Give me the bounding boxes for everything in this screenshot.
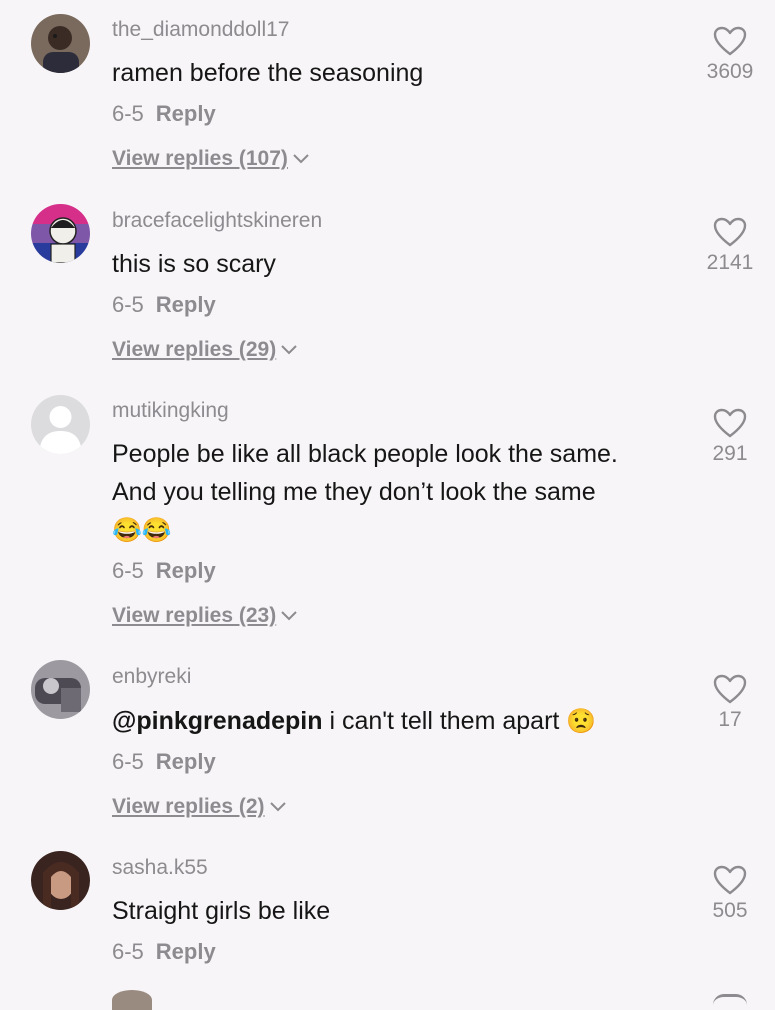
like-count: 505 bbox=[712, 899, 748, 922]
like-count: 2141 bbox=[706, 251, 754, 274]
view-replies-button[interactable]: View replies (2) bbox=[112, 795, 287, 819]
reply-button[interactable]: Reply bbox=[156, 749, 216, 774]
comment-username[interactable]: sasha.k55 bbox=[112, 856, 208, 880]
chevron-down-icon bbox=[280, 338, 298, 362]
chevron-down-icon bbox=[292, 147, 310, 171]
comment-text: ramen before the seasoning bbox=[112, 59, 424, 87]
view-replies-button[interactable]: View replies (23) bbox=[112, 604, 298, 628]
view-replies-button[interactable]: View replies (29) bbox=[112, 338, 298, 362]
like-count: 3609 bbox=[706, 60, 754, 83]
view-replies-label: View replies (29) bbox=[112, 338, 277, 361]
like-count: 291 bbox=[712, 442, 748, 465]
user-avatar[interactable] bbox=[31, 204, 90, 263]
next-comment-avatar[interactable] bbox=[112, 990, 152, 1010]
heart-outline-icon bbox=[713, 217, 747, 247]
like-button[interactable]: 291 bbox=[695, 408, 765, 466]
heart-outline-icon bbox=[713, 26, 747, 56]
view-replies-label: View replies (23) bbox=[112, 604, 277, 627]
chevron-down-icon bbox=[269, 795, 287, 819]
comment-text: this is so scary bbox=[112, 250, 276, 278]
heart-outline-icon bbox=[713, 865, 747, 895]
comment-username[interactable]: mutikingking bbox=[112, 399, 229, 423]
comment-date: 6-5 bbox=[112, 558, 144, 583]
reply-button[interactable]: Reply bbox=[156, 558, 216, 583]
comment-text: Straight girls be like bbox=[112, 897, 331, 925]
worried-face-emoji: 😟 bbox=[566, 708, 597, 736]
comment-text: People be like all black people look the… bbox=[112, 435, 682, 550]
comment-meta: 6-5 Reply bbox=[112, 939, 216, 965]
like-button[interactable]: 3609 bbox=[695, 26, 765, 84]
like-count: 17 bbox=[718, 708, 742, 731]
comment-username[interactable]: enbyreki bbox=[112, 665, 191, 689]
comment-meta: 6-5 Reply bbox=[112, 558, 216, 584]
comment-meta: 6-5 Reply bbox=[112, 292, 216, 318]
chevron-down-icon bbox=[280, 604, 298, 628]
default-user-avatar-icon[interactable] bbox=[31, 395, 90, 454]
crying-laughing-emoji: 😂😂 bbox=[112, 517, 172, 545]
reply-button[interactable]: Reply bbox=[156, 101, 216, 126]
like-button[interactable]: 17 bbox=[695, 674, 765, 732]
comment-date: 6-5 bbox=[112, 101, 144, 126]
comment-text: @pinkgrenadepin i can't tell them apart … bbox=[112, 702, 682, 741]
reply-button[interactable]: Reply bbox=[156, 939, 216, 964]
view-replies-label: View replies (107) bbox=[112, 147, 288, 170]
user-avatar[interactable] bbox=[31, 851, 90, 910]
view-replies-label: View replies (2) bbox=[112, 795, 265, 818]
heart-outline-icon bbox=[713, 674, 747, 704]
comment-date: 6-5 bbox=[112, 292, 144, 317]
like-button[interactable]: 505 bbox=[695, 865, 765, 923]
user-avatar[interactable] bbox=[31, 660, 90, 719]
comment-meta: 6-5 Reply bbox=[112, 101, 216, 127]
comment-date: 6-5 bbox=[112, 939, 144, 964]
like-button[interactable]: 2141 bbox=[695, 217, 765, 275]
user-avatar[interactable] bbox=[31, 14, 90, 73]
view-replies-button[interactable]: View replies (107) bbox=[112, 147, 310, 171]
comment-username[interactable]: the_diamonddoll17 bbox=[112, 18, 289, 42]
comment-meta: 6-5 Reply bbox=[112, 749, 216, 775]
reply-button[interactable]: Reply bbox=[156, 292, 216, 317]
heart-outline-icon bbox=[713, 408, 747, 438]
comment-username[interactable]: bracefacelightskineren bbox=[112, 209, 322, 233]
comment-date: 6-5 bbox=[112, 749, 144, 774]
mention-link[interactable]: @pinkgrenadepin bbox=[112, 707, 323, 735]
